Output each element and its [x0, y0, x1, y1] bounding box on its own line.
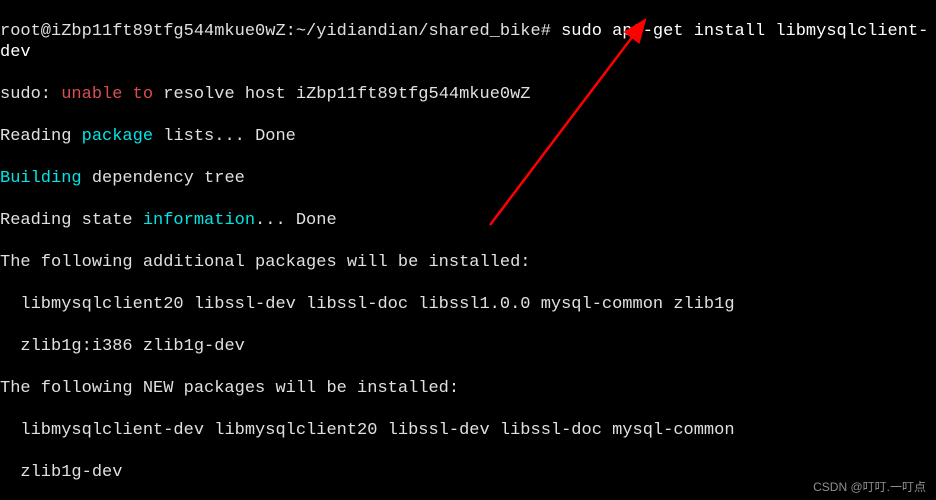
highlight-information: information [143, 211, 255, 230]
new-packages-header: The following NEW packages will be insta… [0, 378, 936, 399]
additional-packages-list-2: zlib1g:i386 zlib1g-dev [0, 336, 936, 357]
additional-packages-list-1: libmysqlclient20 libssl-dev libssl-doc l… [0, 294, 936, 315]
sudo-host: resolve host iZbp11ft89tfg544mkue0wZ [153, 85, 530, 104]
shell-prompt: root@iZbp11ft89tfg544mkue0wZ:~/yidiandia… [0, 22, 551, 41]
highlight-package: package [82, 127, 153, 146]
text: ... Done [255, 211, 337, 230]
sudo-label: sudo: [0, 85, 61, 104]
watermark-text: CSDN @叮叮.一叮点 [813, 477, 926, 498]
reading-state-line: Reading state information... Done [0, 210, 936, 231]
sudo-warning-line: sudo: unable to resolve host iZbp11ft89t… [0, 84, 936, 105]
building-tree-line: Building dependency tree [0, 168, 936, 189]
highlight-building: Building [0, 169, 82, 188]
terminal-output[interactable]: root@iZbp11ft89tfg544mkue0wZ:~/yidiandia… [0, 0, 936, 500]
reading-packages-line: Reading package lists... Done [0, 126, 936, 147]
new-packages-list-2: zlib1g-dev [0, 462, 936, 483]
additional-packages-header: The following additional packages will b… [0, 252, 936, 273]
new-packages-list-1: libmysqlclient-dev libmysqlclient20 libs… [0, 420, 936, 441]
sudo-error-text: unable to [61, 85, 153, 104]
text: dependency tree [82, 169, 245, 188]
text: Reading [0, 127, 82, 146]
shell-prompt-line: root@iZbp11ft89tfg544mkue0wZ:~/yidiandia… [0, 21, 936, 63]
text: Reading state [0, 211, 143, 230]
text: lists... Done [153, 127, 296, 146]
